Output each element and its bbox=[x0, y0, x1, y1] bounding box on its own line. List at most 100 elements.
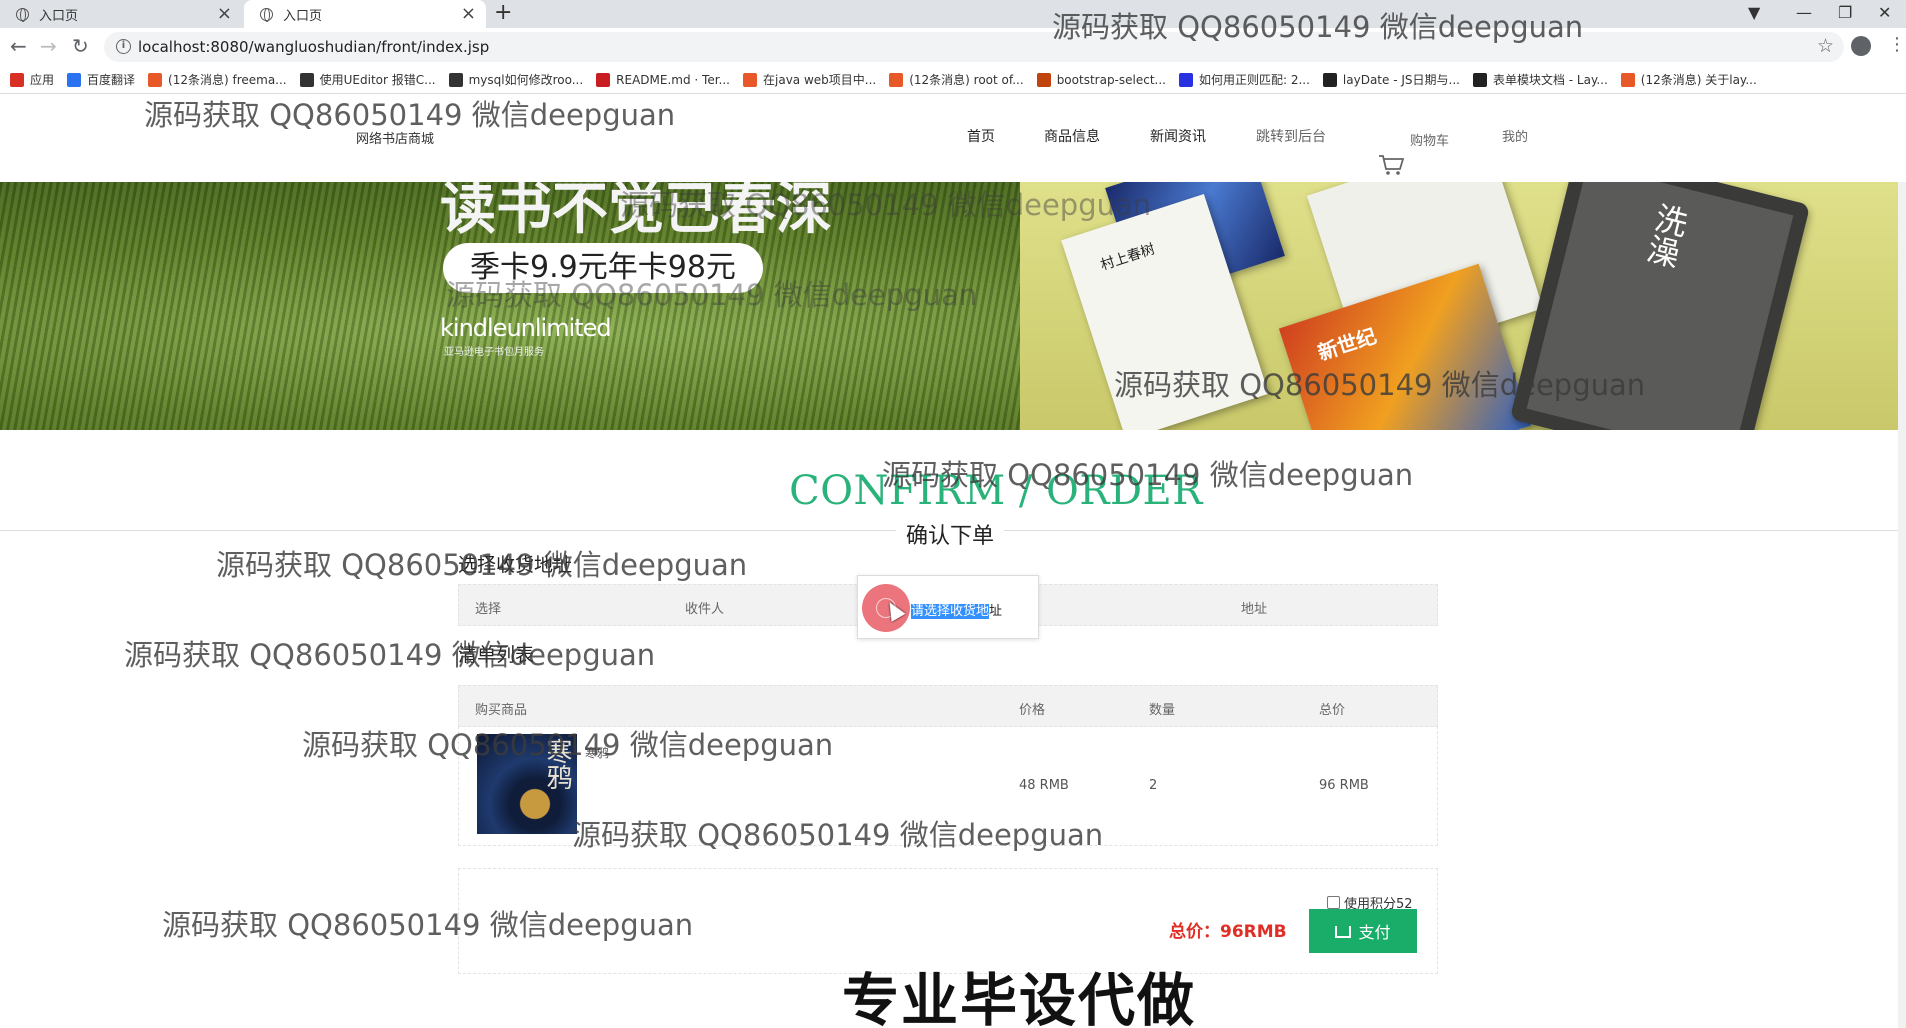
book-title-text: 洗澡 bbox=[1639, 199, 1692, 271]
baidu-icon bbox=[1178, 72, 1193, 87]
bookmark-label: (12条消息) root of... bbox=[909, 73, 1024, 87]
pay-button-label: 支付 bbox=[1358, 923, 1391, 942]
bookmark-label: 表单模块文档 - Lay... bbox=[1492, 73, 1608, 87]
watermark-text: 源码获取 QQ86050149 微信deepguan bbox=[1052, 10, 1584, 44]
item-price: 48 RMB bbox=[1019, 778, 1069, 793]
watermark-text: 源码获取 QQ86050149 微信deepguan bbox=[620, 188, 1152, 222]
tab-title: 入口页 bbox=[39, 8, 79, 24]
column-header: 数量 bbox=[1149, 703, 1176, 718]
banner-brand-sub: 亚马逊电子书包月服务 bbox=[444, 347, 544, 358]
bookmark-label: 应用 bbox=[30, 73, 55, 87]
order-total: 总价：96RMB bbox=[1169, 922, 1287, 942]
bookmark-label: README.md · Ter... bbox=[616, 72, 730, 87]
bookmark-label: 在java web项目中... bbox=[763, 73, 877, 87]
column-header: 选择 bbox=[475, 602, 502, 617]
csdn-icon bbox=[1620, 72, 1635, 87]
item-table-header: 购买商品 价格 数量 总价 bbox=[458, 685, 1438, 727]
globe-icon bbox=[260, 7, 273, 22]
address-select-placeholder[interactable]: 请选择收货地址 bbox=[911, 600, 1002, 619]
layui-icon bbox=[1322, 72, 1337, 87]
cart-icon[interactable] bbox=[1378, 154, 1404, 176]
bookmark-item[interactable]: mysql如何修改roo... bbox=[448, 71, 584, 88]
bookmark-item[interactable]: 如何用正则匹配: 2... bbox=[1178, 71, 1310, 88]
close-window-icon[interactable]: ✕ bbox=[1878, 0, 1891, 28]
bookmark-item[interactable]: bootstrap-select... bbox=[1036, 72, 1166, 87]
page-scrollbar[interactable] bbox=[1898, 182, 1906, 1028]
bookmark-label: bootstrap-select... bbox=[1056, 72, 1166, 87]
bookmark-label: layDate - JS日期与... bbox=[1342, 73, 1460, 87]
site-icon bbox=[1036, 72, 1051, 87]
pay-button[interactable]: 支付 bbox=[1309, 909, 1417, 953]
site-info-icon[interactable]: i bbox=[116, 39, 131, 54]
nav-news[interactable]: 新闻资讯 bbox=[1150, 126, 1206, 146]
address-bar: ← → ↻ i localhost:8080/wangluoshudian/fr… bbox=[0, 28, 1906, 66]
csdn-icon bbox=[743, 72, 757, 87]
globe-icon bbox=[16, 7, 29, 22]
bookmark-star-icon[interactable]: ☆ bbox=[1817, 35, 1834, 57]
profile-avatar-icon[interactable] bbox=[1851, 36, 1871, 56]
nav-admin[interactable]: 跳转到后台 bbox=[1256, 126, 1326, 146]
close-tab-icon[interactable]: × bbox=[461, 5, 476, 23]
column-header: 价格 bbox=[1019, 703, 1046, 718]
banner-brand: kindleunlimited bbox=[440, 314, 612, 342]
bookmark-item[interactable]: README.md · Ter... bbox=[596, 72, 730, 87]
baidu-translate-icon bbox=[67, 72, 82, 87]
reload-icon[interactable]: ↻ bbox=[72, 34, 89, 58]
tab-title: 入口页 bbox=[283, 8, 323, 24]
book-title-text: 新世纪 bbox=[1314, 323, 1380, 365]
browser-tab-2[interactable]: 入口页 × bbox=[244, 0, 486, 28]
bookmark-item[interactable]: (12条消息) freema... bbox=[148, 71, 287, 88]
csdn-icon bbox=[148, 72, 163, 87]
book-title-text: 村上春树 bbox=[1098, 241, 1157, 274]
bookmarks-bar: 应用 百度翻译 (12条消息) freema... 使用UEditor 报错C... m… bbox=[0, 66, 1906, 94]
confirm-order-subheading: 确认下单 bbox=[896, 518, 1005, 550]
watermark-text: 源码获取 QQ86050149 微信deepguan bbox=[302, 728, 834, 762]
segment-icon bbox=[299, 72, 314, 87]
close-tab-icon[interactable]: × bbox=[217, 5, 232, 23]
nav-mine[interactable]: 我的 bbox=[1502, 126, 1528, 145]
watermark-text: 源码获取 QQ86050149 微信deepguan bbox=[144, 98, 676, 132]
watermark-text: 源码获取 QQ86050149 微信deepguan bbox=[572, 818, 1104, 852]
bookmark-label: 如何用正则匹配: 2... bbox=[1198, 73, 1310, 87]
minimize-icon[interactable]: — bbox=[1796, 0, 1812, 28]
watermark-text: 源码获取 QQ86050149 微信deepguan bbox=[162, 908, 694, 942]
watermark-text: 源码获取 QQ86050149 微信deepguan bbox=[882, 458, 1414, 492]
new-tab-icon[interactable]: + bbox=[494, 0, 512, 26]
placeholder-text: 址 bbox=[989, 604, 1003, 619]
watermark-text: 源码获取 QQ86050149 微信deepguan bbox=[1114, 368, 1646, 402]
browser-tab-1[interactable]: 入口页 × bbox=[0, 0, 242, 28]
column-header: 购买商品 bbox=[475, 703, 528, 718]
forward-icon[interactable]: → bbox=[40, 34, 57, 58]
bookmark-item[interactable]: 应用 bbox=[10, 71, 54, 88]
bookmark-label: (12条消息) 关于lay... bbox=[1640, 73, 1757, 87]
nav-cart[interactable]: 购物车 bbox=[1410, 130, 1449, 149]
item-total: 96 RMB bbox=[1319, 778, 1369, 793]
bookmark-item[interactable]: layDate - JS日期与... bbox=[1322, 71, 1460, 88]
watermark-text: 源码获取 QQ86050149 微信deepguan bbox=[446, 278, 978, 312]
bookmark-item[interactable]: 百度翻译 bbox=[67, 71, 135, 88]
column-header: 收件人 bbox=[685, 602, 725, 617]
watermark-text: 源码获取 QQ86050149 微信deepguan bbox=[216, 548, 748, 582]
use-points-checkbox[interactable] bbox=[1327, 896, 1340, 909]
browser-tab-bar: 入口页 × 入口页 × + ▼ — ❐ ✕ bbox=[0, 0, 1906, 28]
menu-kebab-icon[interactable]: ⋮ bbox=[1888, 34, 1906, 55]
promo-overlay-text: 专业毕设代做 bbox=[842, 968, 1196, 1028]
bookmark-item[interactable]: 表单模块文档 - Lay... bbox=[1472, 71, 1608, 88]
bookmark-label: (12条消息) freema... bbox=[168, 73, 287, 87]
bookmark-label: mysql如何修改roo... bbox=[468, 73, 584, 87]
bookmark-label: 使用UEditor 报错C... bbox=[319, 73, 436, 87]
bookmark-item[interactable]: (12条消息) 关于lay... bbox=[1620, 71, 1757, 88]
apps-icon bbox=[10, 72, 24, 87]
bookmark-item[interactable]: 在java web项目中... bbox=[743, 71, 876, 88]
layui-icon bbox=[1472, 72, 1487, 87]
bookmark-item[interactable]: (12条消息) root of... bbox=[889, 71, 1024, 88]
nav-home[interactable]: 首页 bbox=[967, 126, 995, 146]
url-text: localhost:8080/wangluoshudian/front/inde… bbox=[138, 38, 490, 56]
nav-products[interactable]: 商品信息 bbox=[1044, 126, 1100, 146]
tab-search-icon[interactable]: ▼ bbox=[1748, 0, 1760, 28]
restore-icon[interactable]: ❐ bbox=[1838, 0, 1852, 28]
item-quantity: 2 bbox=[1149, 778, 1158, 793]
back-icon[interactable]: ← bbox=[10, 34, 27, 58]
bookmark-item[interactable]: 使用UEditor 报错C... bbox=[299, 71, 436, 88]
column-header: 总价 bbox=[1319, 703, 1346, 718]
